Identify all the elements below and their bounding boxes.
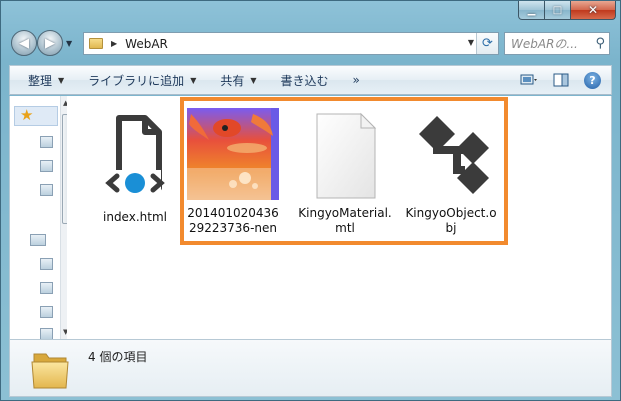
close-button[interactable]: ✕ xyxy=(571,1,616,20)
favorite-item-icon[interactable] xyxy=(40,136,53,148)
preview-pane-icon[interactable] xyxy=(552,72,570,88)
address-history-dropdown[interactable]: ▼ xyxy=(468,38,474,47)
share-menu[interactable]: 共有 ▼ xyxy=(208,72,268,89)
details-pane: 4 個の項目 xyxy=(9,339,612,397)
minimize-button[interactable]: ▁ xyxy=(518,1,545,20)
forward-arrow-icon: ▶ xyxy=(45,35,55,51)
library-item-icon[interactable] xyxy=(40,258,53,270)
breadcrumb-separator-icon[interactable]: ▶ xyxy=(111,39,117,48)
file-item-index-html[interactable]: index.html xyxy=(87,114,183,225)
back-arrow-icon: ◀ xyxy=(19,35,29,51)
library-item-icon[interactable] xyxy=(40,282,53,294)
change-view-icon[interactable] xyxy=(520,72,538,88)
organize-menu[interactable]: 整理 ▼ xyxy=(10,72,76,89)
item-count: 4 個の項目 xyxy=(88,350,148,364)
burn-button[interactable]: 書き込む xyxy=(269,72,341,89)
html-file-icon xyxy=(95,114,175,204)
file-name: index.html xyxy=(103,210,167,224)
recent-pages-dropdown[interactable]: ▼ xyxy=(66,39,72,48)
help-icon[interactable]: ? xyxy=(584,71,601,89)
refresh-button[interactable]: ⟳ xyxy=(476,33,498,54)
forward-button[interactable]: ▶ xyxy=(37,30,63,56)
breadcrumb-webar[interactable]: WebAR xyxy=(125,37,168,51)
command-bar: 整理 ▼ ライブラリに追加 ▼ 共有 ▼ 書き込む » ? xyxy=(9,65,612,95)
chevron-down-icon: ▼ xyxy=(250,75,257,85)
address-bar[interactable]: ▶ WebAR ▼ ⟳ xyxy=(83,32,499,55)
refresh-icon: ⟳ xyxy=(482,36,493,51)
navigation-pane: ★ ▲ ▼ xyxy=(9,96,72,340)
chevron-down-icon: ▼ xyxy=(58,75,65,85)
chevron-down-icon: ▼ xyxy=(190,75,197,85)
more-commands-button[interactable]: » xyxy=(341,73,372,87)
favorite-item-icon[interactable] xyxy=(40,160,53,172)
navigation-row: ◀ ▶ ▼ ▶ WebAR ▼ ⟳ WebARの... ⚲ xyxy=(9,29,612,59)
library-item-icon[interactable] xyxy=(40,306,53,318)
maximize-button[interactable]: □ xyxy=(545,1,571,20)
explorer-window: ▁ □ ✕ ◀ ▶ ▼ ▶ WebAR ▼ ⟳ WebARの... ⚲ 整理 ▼ … xyxy=(0,0,621,401)
favorite-item-icon[interactable] xyxy=(40,184,53,196)
favorites-star-icon[interactable]: ★ xyxy=(20,106,33,124)
window-controls: ▁ □ ✕ xyxy=(518,1,616,21)
search-input[interactable]: WebARの... ⚲ xyxy=(504,32,610,55)
add-to-library-menu[interactable]: ライブラリに追加 ▼ xyxy=(76,72,208,89)
highlight-box xyxy=(180,97,508,245)
search-icon[interactable]: ⚲ xyxy=(595,36,605,51)
folder-icon xyxy=(30,348,70,390)
folder-icon xyxy=(89,38,103,49)
search-placeholder: WebARの... xyxy=(511,37,578,51)
libraries-icon[interactable] xyxy=(30,234,46,246)
back-button[interactable]: ◀ xyxy=(11,30,37,56)
